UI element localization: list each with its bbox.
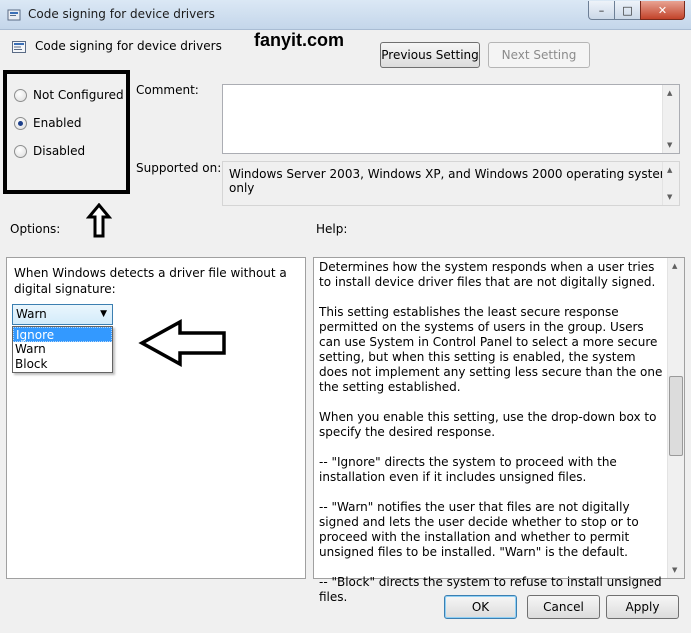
help-text: Determines how the system responds when … (319, 260, 663, 620)
scroll-down-icon[interactable]: ▼ (667, 141, 672, 149)
cancel-button[interactable]: Cancel (527, 595, 600, 619)
watermark-text: fanyit.com (254, 30, 345, 50)
scroll-up-icon[interactable]: ▲ (672, 262, 677, 270)
supported-on-value: Windows Server 2003, Windows XP, and Win… (229, 167, 678, 195)
maximize-button[interactable]: □ (614, 1, 641, 20)
setting-title: Code signing for device drivers (35, 39, 222, 53)
window-title: Code signing for device drivers (28, 7, 215, 21)
dropdown-option-warn[interactable]: Warn (13, 342, 112, 357)
comment-scrollbar[interactable]: ▲ ▼ (662, 85, 679, 153)
dropdown-value: Warn (16, 307, 47, 321)
next-setting-button[interactable]: Next Setting (488, 42, 590, 68)
supported-on-label: Supported on: (136, 161, 222, 175)
comment-input[interactable]: ▲ ▼ (222, 84, 680, 154)
supported-scrollbar[interactable]: ▲ ▼ (662, 162, 679, 205)
dropdown-option-ignore[interactable]: Ignore (13, 327, 112, 342)
scroll-thumb[interactable] (669, 376, 683, 456)
ok-button[interactable]: OK (444, 595, 517, 619)
policy-icon (7, 9, 21, 21)
radio-label: Disabled (33, 144, 86, 158)
dropdown-option-block[interactable]: Block (13, 357, 112, 372)
setting-icon (12, 41, 26, 53)
options-label: Options: (10, 222, 61, 236)
comment-label: Comment: (136, 83, 199, 97)
radio-indicator (14, 116, 27, 130)
help-paragraph: Determines how the system responds when … (319, 260, 656, 289)
radio-disabled[interactable]: Disabled (14, 144, 85, 158)
supported-on-field: Windows Server 2003, Windows XP, and Win… (222, 161, 680, 206)
help-scrollbar[interactable]: ▲ ▼ (667, 258, 684, 578)
apply-button[interactable]: Apply (606, 595, 679, 619)
radio-indicator (14, 88, 27, 102)
help-paragraph: This setting establishes the least secur… (319, 305, 663, 394)
chevron-down-icon[interactable]: ▼ (100, 305, 107, 324)
radio-enabled[interactable]: Enabled (14, 116, 82, 130)
help-paragraph: -- "Ignore" directs the system to procee… (319, 455, 617, 484)
title-bar[interactable]: Code signing for device drivers – □ ✕ (0, 0, 691, 30)
help-paragraph: -- "Warn" notifies the user that files a… (319, 500, 639, 559)
up-arrow-annotation-icon (86, 203, 112, 238)
left-arrow-annotation-icon (138, 319, 226, 367)
radio-label: Not Configured (33, 88, 124, 102)
radio-indicator (14, 144, 27, 158)
radio-label: Enabled (33, 116, 82, 130)
close-button[interactable]: ✕ (640, 1, 685, 20)
options-prompt: When Windows detects a driver file witho… (14, 266, 287, 296)
minimize-button[interactable]: – (588, 1, 615, 20)
help-label: Help: (316, 222, 348, 236)
scroll-down-icon[interactable]: ▼ (667, 193, 672, 201)
scroll-up-icon[interactable]: ▲ (667, 166, 672, 174)
previous-setting-button[interactable]: Previous Setting (380, 42, 480, 68)
scroll-up-icon[interactable]: ▲ (667, 89, 672, 97)
help-paragraph: When you enable this setting, use the dr… (319, 410, 657, 439)
policy-setting-window: Code signing for device drivers – □ ✕ Co… (0, 0, 691, 633)
radio-not-configured[interactable]: Not Configured (14, 88, 124, 102)
dropdown-list[interactable]: Ignore Warn Block (12, 326, 113, 373)
signature-response-dropdown[interactable]: Warn ▼ (12, 304, 113, 325)
scroll-down-icon[interactable]: ▼ (672, 566, 677, 574)
